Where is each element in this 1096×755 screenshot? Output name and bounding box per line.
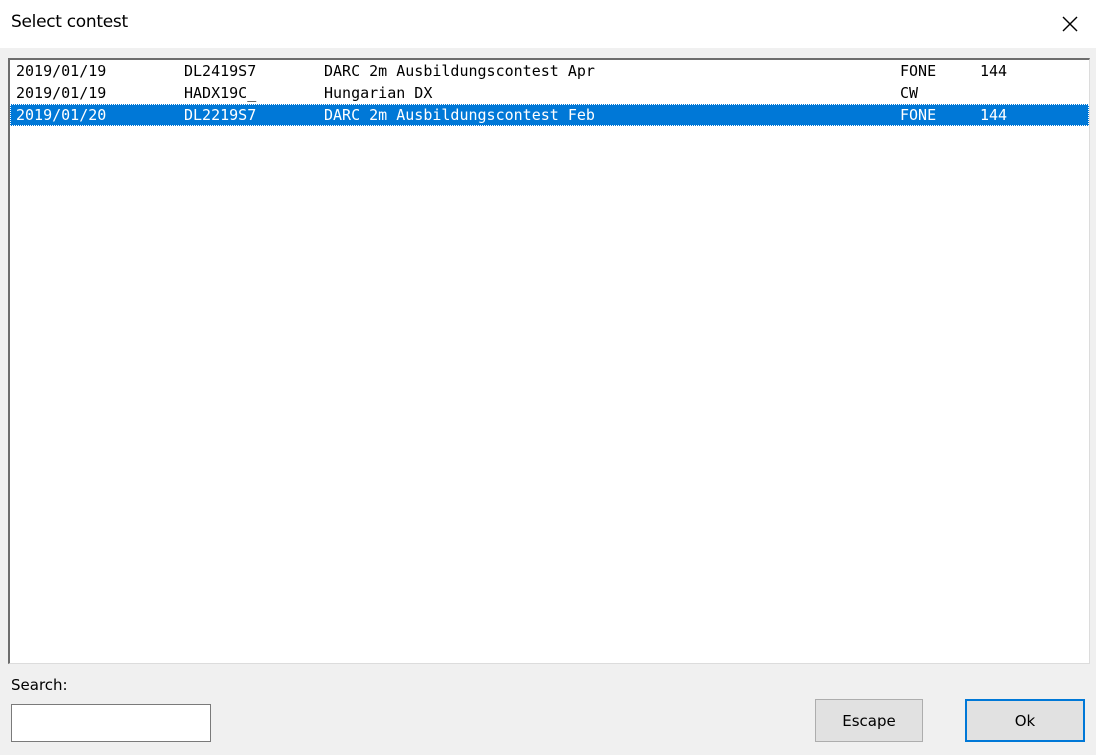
close-button[interactable] — [1050, 6, 1090, 42]
contest-code: HADX19C_ — [184, 84, 257, 102]
ok-button[interactable]: Ok — [965, 699, 1085, 742]
contest-list[interactable]: 2019/01/19 DL2419S7 DARC 2m Ausbildungscon… — [8, 58, 1090, 664]
contest-date: 2019/01/20 — [16, 106, 107, 124]
list-item[interactable]: 2019/01/19 DL2419S7 DARC 2m Ausbildungscon… — [10, 60, 1089, 82]
dialog-title: Select contest — [11, 12, 128, 32]
contest-name: DARC 2m Ausbildungscontest Feb — [324, 106, 595, 124]
search-input[interactable] — [11, 704, 211, 742]
list-item[interactable]: 2019/01/19 HADX19C_ Hungarian DX CW — [10, 82, 1089, 104]
contest-date: 2019/01/19 — [16, 84, 107, 102]
close-icon — [1062, 16, 1078, 32]
contest-name: Hungarian DX — [324, 84, 433, 102]
contest-mode: CW — [900, 84, 919, 102]
list-item[interactable]: 2019/01/20 DL2219S7 DARC 2m Ausbildungscon… — [10, 104, 1089, 126]
contest-name: DARC 2m Ausbildungscontest Apr — [324, 62, 595, 80]
contest-mode: FONE — [900, 106, 937, 124]
contest-date: 2019/01/19 — [16, 62, 107, 80]
title-bar: Select contest — [0, 0, 1096, 48]
contest-band: 144 — [980, 106, 1008, 124]
contest-code: DL2419S7 — [184, 62, 257, 80]
contest-mode: FONE — [900, 62, 937, 80]
select-contest-dialog: Select contest 2019/01/19 DL2419S7 DARC 2m… — [0, 0, 1096, 755]
contest-code: DL2219S7 — [184, 106, 257, 124]
search-label: Search: — [11, 676, 68, 694]
escape-button[interactable]: Escape — [815, 699, 923, 742]
contest-band: 144 — [980, 62, 1008, 80]
